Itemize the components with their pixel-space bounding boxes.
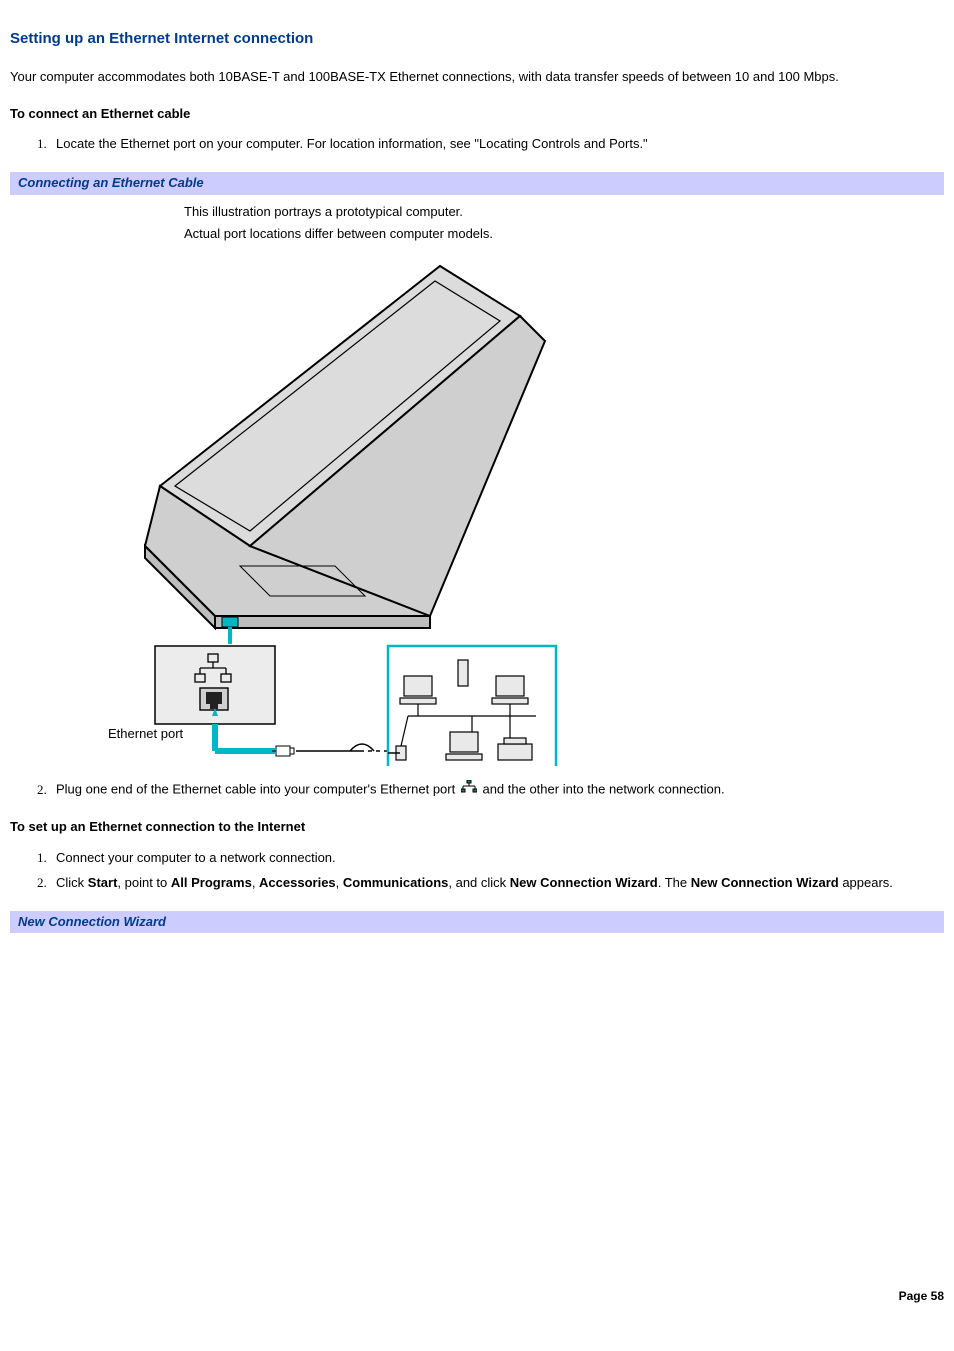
subheading-connect-cable: To connect an Ethernet cable [10, 105, 944, 124]
intro-paragraph: Your computer accommodates both 10BASE-T… [10, 68, 944, 87]
figure-banner-wizard: New Connection Wizard [10, 911, 944, 934]
ethernet-port-icon [461, 780, 477, 800]
step-2-text-b: and the other into the network connectio… [482, 782, 724, 797]
subheading-setup-connection: To set up an Ethernet connection to the … [10, 818, 944, 837]
ethernet-illustration: Ethernet port Ethernet cable [100, 246, 560, 766]
step-2-wizard: Click Start, point to All Programs, Acce… [50, 874, 944, 893]
page-title: Setting up an Ethernet Internet connecti… [10, 28, 944, 50]
page-number: Page 58 [899, 1288, 944, 1305]
step-1-connect: Connect your computer to a network conne… [50, 849, 944, 868]
step-2-plug: Plug one end of the Ethernet cable into … [50, 780, 944, 800]
label-ethernet-port: Ethernet port [108, 726, 184, 741]
label-ethernet-cable-1: Ethernet [268, 764, 318, 766]
step-2-text-a: Plug one end of the Ethernet cable into … [56, 782, 459, 797]
step-1-locate: Locate the Ethernet port on your compute… [50, 135, 944, 154]
figure-caption-line-1: This illustration portrays a prototypica… [184, 203, 560, 221]
figure-banner-connecting: Connecting an Ethernet Cable [10, 172, 944, 195]
figure-connecting-ethernet: This illustration portrays a prototypica… [100, 203, 560, 766]
figure-caption-line-2: Actual port locations differ between com… [184, 225, 560, 243]
